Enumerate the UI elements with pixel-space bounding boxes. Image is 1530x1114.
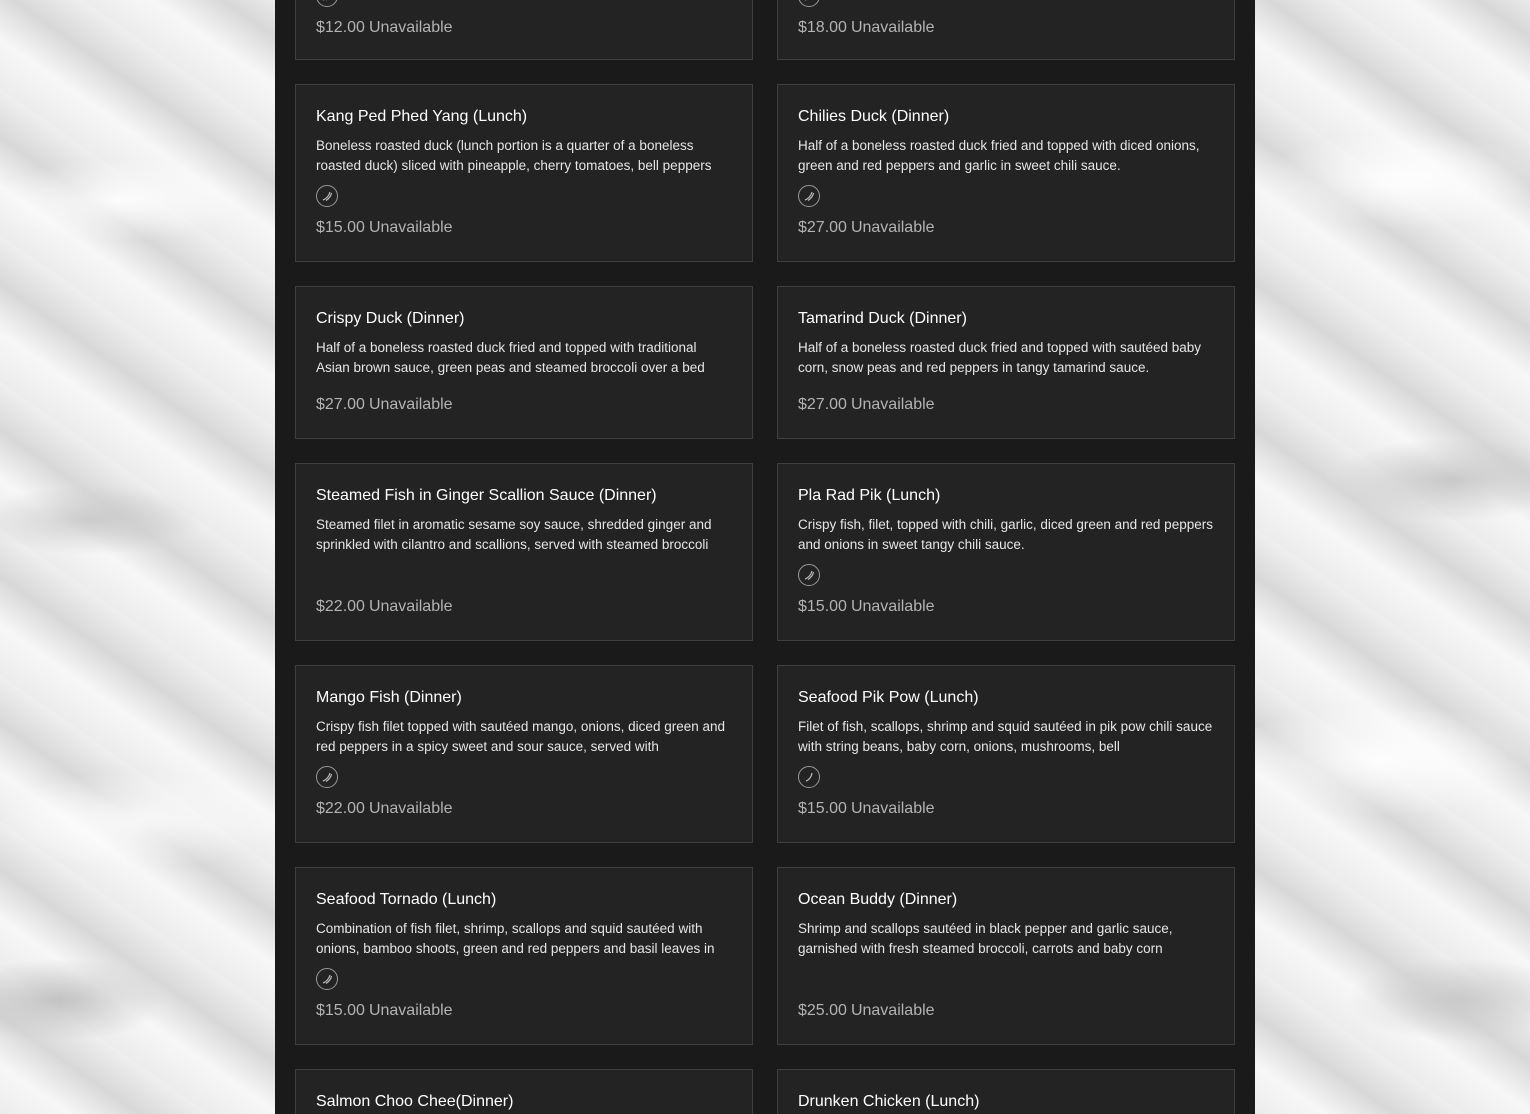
item-description: Crispy fish filet topped with sautéed ma… [316, 719, 726, 754]
chili-icon [316, 0, 338, 7]
item-description: Half of a boneless roasted duck fried an… [316, 340, 705, 375]
item-name: Crispy Duck (Dinner) [316, 310, 465, 327]
item-price: $12.00 [316, 19, 365, 36]
availability-status: Unavailable [368, 1002, 453, 1019]
chili-icon [798, 185, 820, 207]
item-price: $22.00 [316, 800, 365, 817]
item-description: Half of a boneless roasted duck fried an… [798, 340, 1202, 375]
item-name: Drunken Chicken (Lunch) [798, 1093, 980, 1110]
availability-status: Unavailable [850, 800, 935, 817]
availability-status: Unavailable [850, 1002, 935, 1019]
chili-icon [798, 564, 820, 586]
item-name: Salmon Choo Chee(Dinner) [316, 1093, 514, 1110]
menu-item-card[interactable]: $18.00 Unavailable [777, 0, 1235, 60]
chili-icon [316, 968, 338, 990]
chili-icon [316, 185, 338, 207]
mild-chili-icon [798, 766, 820, 788]
item-price: $27.00 [798, 219, 847, 236]
item-description: Filet of fish, scallops, shrimp and squi… [798, 719, 1213, 754]
item-description: Steamed filet in aromatic sesame soy sau… [316, 517, 712, 552]
item-price: $22.00 [316, 598, 365, 615]
availability-status: Unavailable [850, 598, 935, 615]
menu-section: $12.00 Unavailable $18.00 Unavailable Kang… [275, 0, 1255, 1114]
availability-status: Unavailable [368, 800, 453, 817]
availability-status: Unavailable [850, 19, 935, 36]
menu-item-card[interactable]: Salmon Choo Chee(Dinner) [295, 1069, 753, 1114]
menu-item-card[interactable]: Tamarind Duck (Dinner) Half of a boneles… [777, 286, 1235, 439]
item-price: $15.00 [316, 219, 365, 236]
menu-item-card[interactable]: Chilies Duck (Dinner) Half of a boneless… [777, 84, 1235, 262]
menu-item-card[interactable]: Ocean Buddy (Dinner) Shrimp and scallops… [777, 867, 1235, 1045]
item-name: Steamed Fish in Ginger Scallion Sauce (D… [316, 487, 657, 504]
item-name: Seafood Tornado (Lunch) [316, 891, 497, 908]
item-price: $25.00 [798, 1002, 847, 1019]
item-price: $15.00 [316, 1002, 365, 1019]
item-description: Shrimp and scallops sautéed in black pep… [798, 921, 1173, 956]
item-price: $15.00 [798, 598, 847, 615]
availability-status: Unavailable [850, 219, 935, 236]
item-name: Pla Rad Pik (Lunch) [798, 487, 941, 504]
item-price: $27.00 [316, 396, 365, 413]
menu-item-card[interactable]: Seafood Tornado (Lunch) Combination of f… [295, 867, 753, 1045]
menu-item-card[interactable]: Pla Rad Pik (Lunch) Crispy fish, filet, … [777, 463, 1235, 641]
item-description: Boneless roasted duck (lunch portion is … [316, 138, 712, 173]
availability-status: Unavailable [368, 19, 453, 36]
item-name: Mango Fish (Dinner) [316, 689, 462, 706]
availability-status: Unavailable [368, 598, 453, 615]
item-name: Ocean Buddy (Dinner) [798, 891, 958, 908]
item-price: $15.00 [798, 800, 847, 817]
availability-status: Unavailable [368, 396, 453, 413]
availability-status: Unavailable [850, 396, 935, 413]
item-description: Crispy fish, filet, topped with chili, g… [798, 517, 1213, 552]
item-price: $18.00 [798, 19, 847, 36]
chili-icon [798, 0, 820, 7]
chili-icon [316, 766, 338, 788]
item-name: Seafood Pik Pow (Lunch) [798, 689, 979, 706]
item-description: Half of a boneless roasted duck fried an… [798, 138, 1200, 173]
menu-item-card[interactable]: Steamed Fish in Ginger Scallion Sauce (D… [295, 463, 753, 641]
item-name: Tamarind Duck (Dinner) [798, 310, 967, 327]
menu-item-card[interactable]: Crispy Duck (Dinner) Half of a boneless … [295, 286, 753, 439]
item-description: Combination of fish filet, shrimp, scall… [316, 921, 715, 956]
menu-item-card[interactable]: $12.00 Unavailable [295, 0, 753, 60]
availability-status: Unavailable [368, 219, 453, 236]
menu-item-card[interactable]: Drunken Chicken (Lunch) [777, 1069, 1235, 1114]
item-name: Chilies Duck (Dinner) [798, 108, 950, 125]
menu-item-card[interactable]: Kang Ped Phed Yang (Lunch) Boneless roas… [295, 84, 753, 262]
item-price: $27.00 [798, 396, 847, 413]
menu-item-card[interactable]: Seafood Pik Pow (Lunch) Filet of fish, s… [777, 665, 1235, 843]
item-name: Kang Ped Phed Yang (Lunch) [316, 108, 528, 125]
menu-item-card[interactable]: Mango Fish (Dinner) Crispy fish filet to… [295, 665, 753, 843]
